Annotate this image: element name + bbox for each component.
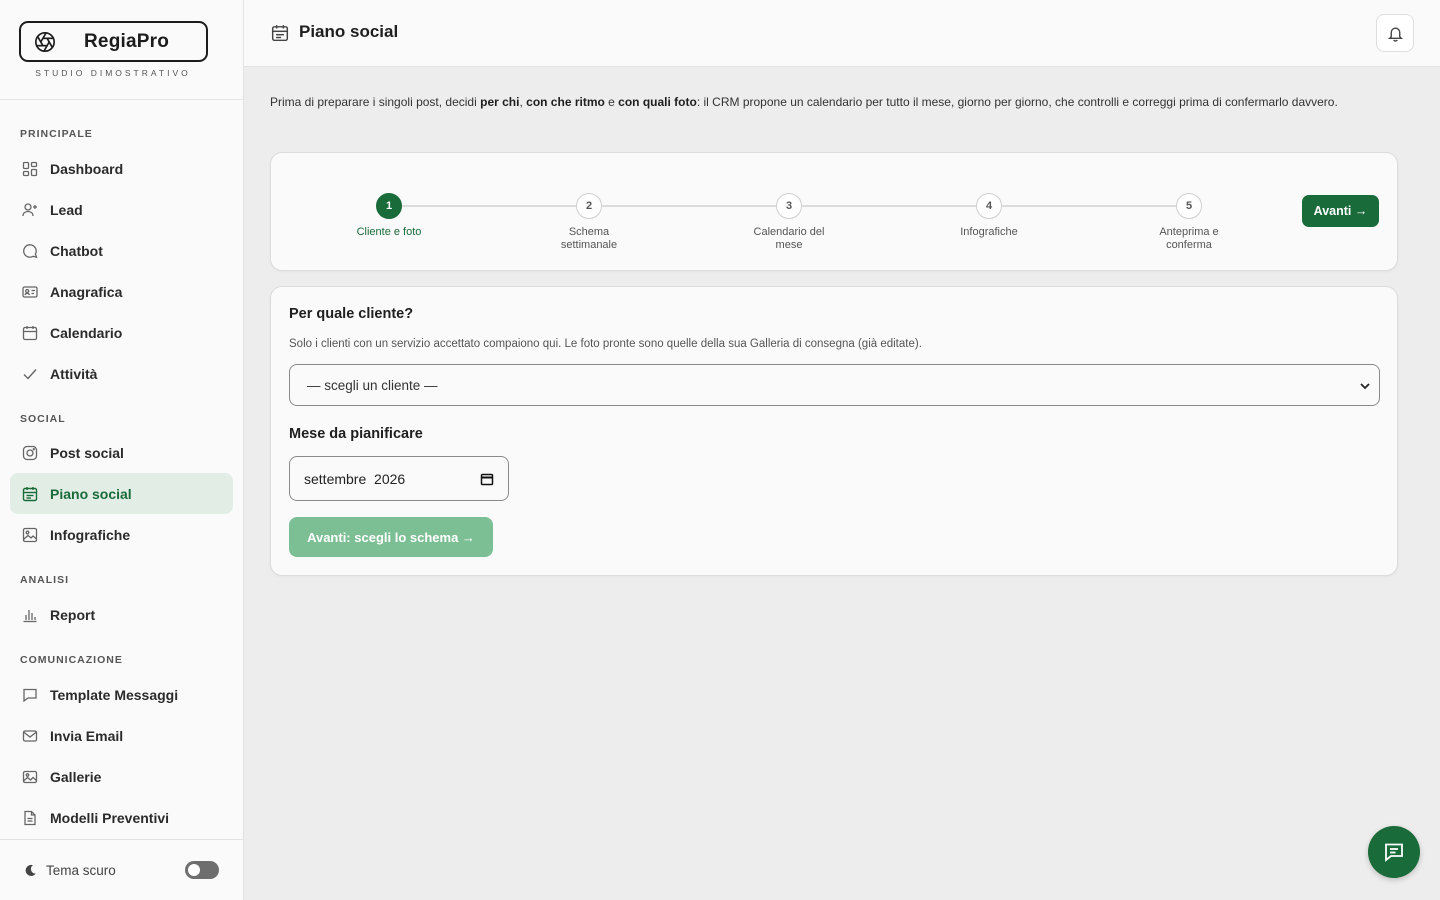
top-header: Piano social (244, 0, 1440, 67)
step-number: 4 (976, 193, 1002, 219)
sidebar-item-label: Template Messaggi (50, 686, 179, 703)
intro-bold: per chi (480, 95, 520, 109)
month-title: Mese da pianificare (289, 426, 423, 442)
client-question-title: Per quale cliente? (289, 306, 414, 322)
step-calendario-mese[interactable]: 3 Calendario del mese (724, 193, 854, 252)
sidebar-item-label: Calendario (50, 324, 123, 341)
section-title-analisi: ANALISI (20, 574, 69, 586)
logo[interactable]: RegiaPro (19, 21, 208, 62)
step-label: Calendario del mese (753, 226, 825, 251)
sidebar-item-attivita[interactable]: Attività (10, 353, 233, 394)
sidebar-item-label: Gallerie (50, 768, 102, 785)
step-anteprima-conferma[interactable]: 5 Anteprima e conferma (1124, 193, 1254, 252)
sidebar-item-infografiche[interactable]: Infografiche (10, 514, 233, 555)
sidebar-item-template-messaggi[interactable]: Template Messaggi (10, 674, 233, 715)
mail-icon (22, 729, 38, 742)
sidebar-item-invia-email[interactable]: Invia Email (10, 715, 233, 756)
bar-chart-icon (23, 609, 37, 622)
sidebar-item-post-social[interactable]: Post social (10, 432, 233, 473)
sidebar-item-piano-social[interactable]: Piano social (10, 473, 233, 514)
sidebar-item-label: Infografiche (50, 526, 131, 543)
client-selection-card: Per quale cliente? Solo i clienti con un… (270, 286, 1398, 576)
sidebar-item-label: Piano social (50, 485, 132, 502)
step-number: 3 (776, 193, 802, 219)
intro-part: : il CRM propone un calendario per tutto… (696, 95, 1338, 109)
moon-icon (25, 864, 36, 876)
sidebar-item-label: Anagrafica (50, 283, 123, 300)
theme-label: Tema scuro (46, 862, 116, 878)
section-title-comunicazione: COMUNICAZIONE (20, 654, 123, 666)
step-number: 5 (1176, 193, 1202, 219)
intro-part: e (604, 95, 619, 109)
intro-text: Prima di preparare i singoli post, decid… (270, 93, 1395, 112)
month-value: settembre 2026 (304, 470, 406, 487)
sidebar-item-label: Attività (50, 365, 98, 382)
message-square-icon (23, 688, 37, 702)
next-step-button[interactable]: Avanti → (1302, 195, 1379, 227)
brand-name: RegiaPro (84, 30, 170, 52)
sidebar-item-label: Dashboard (50, 160, 124, 177)
sidebar-item-chatbot[interactable]: Chatbot (10, 230, 233, 271)
theme-row: Tema scuro (0, 839, 243, 900)
step-label: Anteprima e conferma (1159, 226, 1219, 251)
client-select-value: — scegli un cliente — (307, 377, 438, 393)
sidebar-item-lead[interactable]: Lead (10, 189, 233, 230)
sidebar-item-modelli-preventivi[interactable]: Modelli Preventivi (10, 797, 233, 838)
sidebar-item-label: Post social (50, 444, 124, 461)
step-label: Cliente e foto (356, 226, 422, 238)
document-icon (24, 810, 36, 825)
step-schema-settimanale[interactable]: 2 Schema settimanale (524, 193, 654, 252)
calendar-plan-icon (22, 486, 38, 501)
section-title-principale: PRINCIPALE (20, 128, 93, 140)
intro-bold: con quali foto (618, 95, 697, 109)
step-label: Infografiche (960, 226, 1018, 238)
sidebar-item-calendario[interactable]: Calendario (10, 312, 233, 353)
step-infografiche[interactable]: 4 Infografiche (924, 193, 1054, 239)
instagram-icon (22, 445, 38, 460)
sidebar: RegiaPro STUDIO DIMOSTRATIVO PRINCIPALE … (0, 0, 244, 900)
id-card-icon (22, 285, 38, 298)
client-select[interactable]: — scegli un cliente — (289, 364, 1380, 406)
month-input[interactable]: settembre 2026 (289, 456, 509, 501)
check-icon (23, 368, 37, 380)
intro-bold: con che ritmo (526, 95, 605, 109)
step-label: Schema settimanale (560, 226, 618, 251)
user-plus-icon (22, 202, 37, 216)
chevron-down-icon (1360, 383, 1370, 390)
sidebar-item-dashboard[interactable]: Dashboard (10, 148, 233, 189)
step-cliente-foto[interactable]: 1 Cliente e foto (324, 193, 454, 239)
step-number: 2 (576, 193, 602, 219)
chat-message-icon (1385, 843, 1403, 862)
brand-subtitle: STUDIO DIMOSTRATIVO (35, 68, 191, 78)
sidebar-item-label: Lead (50, 201, 83, 218)
brand: RegiaPro STUDIO DIMOSTRATIVO (0, 0, 243, 100)
sidebar-item-gallerie[interactable]: Gallerie (10, 756, 233, 797)
gallery-icon (22, 770, 38, 783)
chat-bubble-icon (23, 243, 38, 258)
client-help-text: Solo i clienti con un servizio accettato… (289, 338, 922, 350)
sidebar-item-anagrafica[interactable]: Anagrafica (10, 271, 233, 312)
calendar-picker-icon[interactable] (480, 472, 494, 486)
dashboard-icon (22, 161, 38, 176)
aperture-icon (35, 31, 55, 52)
section-title-social: SOCIAL (20, 413, 66, 425)
wizard-stepper: 1 Cliente e foto 2 Schema settimanale 3 … (270, 152, 1398, 271)
calendar-icon (22, 325, 38, 340)
bell-icon (1387, 27, 1403, 42)
choose-schema-button[interactable]: Avanti: scegli lo schema → (289, 517, 493, 557)
page-title: Piano social (299, 22, 399, 41)
image-icon (22, 527, 38, 542)
sidebar-item-label: Chatbot (50, 242, 103, 259)
calendar-plan-icon (271, 25, 289, 42)
dark-theme-toggle[interactable] (185, 861, 219, 879)
chat-fab-button[interactable] (1368, 826, 1420, 878)
sidebar-item-label: Modelli Preventivi (50, 809, 170, 826)
sidebar-item-report[interactable]: Report (10, 594, 233, 635)
sidebar-item-label: Report (50, 606, 96, 623)
step-number: 1 (376, 193, 402, 219)
notifications-button[interactable] (1376, 14, 1414, 52)
intro-part: Prima di preparare i singoli post, decid… (270, 95, 481, 109)
sidebar-item-label: Invia Email (50, 727, 124, 744)
